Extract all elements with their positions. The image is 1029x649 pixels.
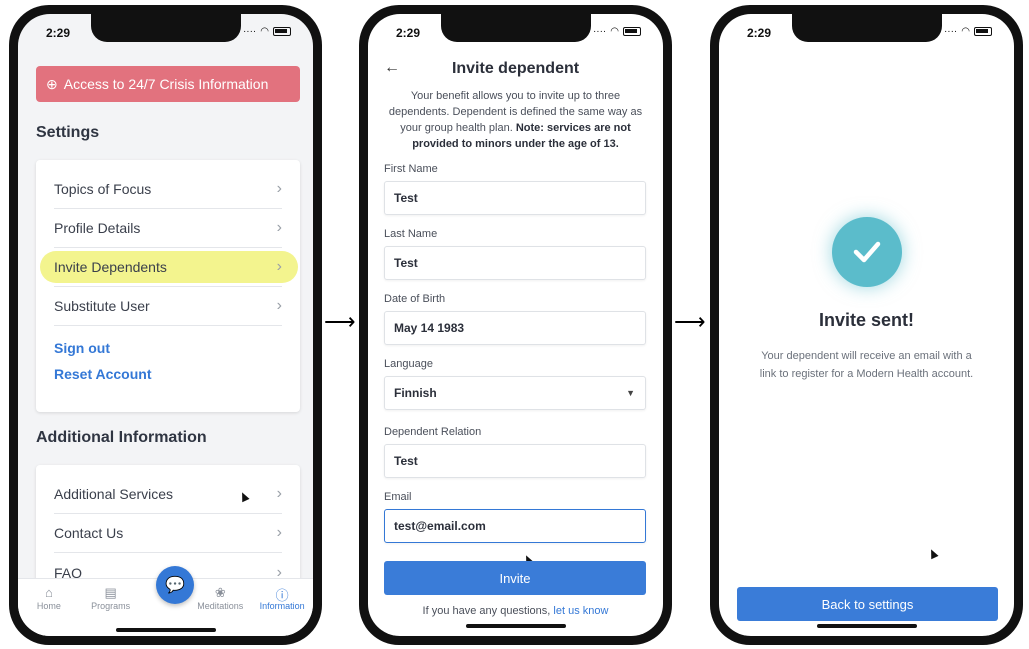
chevron-right-icon: › (276, 297, 282, 314)
battery-icon (974, 27, 992, 36)
email-field[interactable]: test@email.com (384, 509, 646, 543)
success-check-icon (831, 217, 902, 287)
tab-information[interactable]: ⓘ Information (255, 585, 309, 636)
success-message: Your dependent will receive an email wit… (759, 350, 974, 380)
home-icon: ⌂ (44, 585, 53, 600)
home-indicator (465, 624, 566, 628)
help-text: If you have any questions, let us know (368, 605, 663, 617)
settings-card: Topics of Focus › Profile Details › Invi… (36, 160, 300, 412)
tab-home[interactable]: ⌂ Home (22, 585, 76, 636)
invite-screen: 2:29 ···· ◠ ← Invite dependent Your bene… (368, 14, 663, 636)
settings-phone: 2:29 ···· ◠ ⊕ Access to 24/7 Crisis Info… (9, 5, 322, 645)
contact-link[interactable]: let us know (553, 605, 608, 617)
additional-item-label: Contact Us (54, 525, 124, 541)
settings-item-label: Substitute User (54, 298, 150, 314)
home-indicator (816, 624, 917, 628)
language-select[interactable]: Finnish ▼ (384, 376, 646, 410)
flow-arrow-icon: ⟶ (324, 309, 356, 334)
caret-down-icon: ▼ (626, 388, 635, 398)
status-time: 2:29 (396, 26, 421, 40)
chevron-right-icon: › (276, 524, 282, 541)
book-icon: ▤ (104, 585, 117, 600)
dob-label: Date of Birth (384, 293, 446, 305)
lotus-icon: ❀ (214, 585, 226, 600)
status-icons: ···· ◠ (593, 26, 641, 37)
email-value: test@email.com (394, 519, 486, 533)
globe-icon: ⊕ (46, 75, 58, 92)
battery-icon (273, 27, 291, 36)
language-value: Finnish (394, 386, 437, 400)
settings-item-invite-dependents[interactable]: Invite Dependents › (54, 248, 282, 287)
chevron-right-icon: › (276, 219, 282, 236)
crisis-banner-label: Access to 24/7 Crisis Information (63, 76, 269, 92)
dob-value: May 14 1983 (394, 321, 465, 335)
status-time: 2:29 (747, 26, 772, 40)
page-title: Invite dependent (451, 60, 580, 77)
tab-label: Information (259, 601, 305, 611)
wifi-icon: ◠ (260, 26, 269, 37)
chat-button[interactable]: 💬 (156, 566, 194, 604)
crisis-banner-button[interactable]: ⊕ Access to 24/7 Crisis Information (36, 66, 300, 102)
first-name-label: First Name (384, 163, 438, 175)
invite-button[interactable]: Invite (384, 561, 646, 595)
notch (90, 14, 241, 42)
back-to-settings-button[interactable]: Back to settings (737, 587, 998, 621)
help-label: If you have any questions, (422, 605, 551, 617)
settings-item-label: Invite Dependents (54, 259, 167, 275)
first-name-value: Test (394, 191, 418, 205)
settings-screen: 2:29 ···· ◠ ⊕ Access to 24/7 Crisis Info… (18, 14, 313, 636)
language-label: Language (384, 358, 433, 370)
settings-item-substitute[interactable]: Substitute User › (54, 287, 282, 326)
first-name-field[interactable]: Test (384, 181, 646, 215)
mouse-cursor (927, 547, 939, 560)
tab-label: Programs (91, 601, 131, 611)
confirmation-phone: 2:29 ···· ◠ Invite sent! Your dependent … (710, 5, 1023, 645)
relation-value: Test (394, 454, 418, 468)
confirmation-screen: 2:29 ···· ◠ Invite sent! Your dependent … (719, 14, 1014, 636)
settings-item-label: Profile Details (54, 220, 141, 236)
chevron-right-icon: › (276, 180, 282, 197)
dob-field[interactable]: May 14 1983 (384, 311, 646, 345)
last-name-value: Test (394, 256, 418, 270)
settings-item-profile[interactable]: Profile Details › (54, 209, 282, 248)
status-icons: ···· ◠ (944, 26, 992, 37)
tab-label: Home (36, 601, 61, 611)
relation-label: Dependent Relation (384, 426, 482, 438)
chevron-right-icon: › (276, 485, 282, 502)
wifi-icon: ◠ (610, 26, 619, 37)
signal-icon: ···· (242, 26, 257, 37)
additional-info-title: Additional Information (36, 429, 207, 446)
last-name-label: Last Name (384, 228, 438, 240)
invite-phone: 2:29 ···· ◠ ← Invite dependent Your bene… (359, 5, 672, 645)
wifi-icon: ◠ (961, 26, 970, 37)
home-indicator (115, 628, 216, 632)
battery-icon (623, 27, 641, 36)
notch (440, 14, 591, 42)
email-label: Email (384, 491, 412, 503)
notch (791, 14, 942, 42)
success-title: Invite sent! (818, 310, 915, 330)
reset-account-link[interactable]: Reset Account (54, 366, 300, 382)
chat-icon: 💬 (165, 577, 185, 594)
settings-item-label: Topics of Focus (54, 181, 152, 197)
status-time: 2:29 (46, 26, 71, 40)
signal-icon: ···· (943, 26, 958, 37)
signal-icon: ···· (592, 26, 607, 37)
chevron-right-icon: › (276, 258, 282, 275)
status-icons: ···· ◠ (243, 26, 291, 37)
info-icon: ⓘ (275, 588, 289, 603)
checkmark-icon (853, 241, 880, 263)
settings-item-topics[interactable]: Topics of Focus › (54, 170, 282, 209)
flow-arrow-icon: ⟶ (674, 309, 706, 334)
additional-item-contact[interactable]: Contact Us › (54, 514, 282, 553)
additional-item-label: Additional Services (54, 486, 174, 502)
sign-out-link[interactable]: Sign out (54, 340, 300, 356)
intro-text: Your benefit allows you to invite up to … (382, 88, 649, 152)
tab-label: Meditations (197, 601, 244, 611)
relation-field[interactable]: Test (384, 444, 646, 478)
settings-title: Settings (36, 124, 100, 141)
last-name-field[interactable]: Test (384, 246, 646, 280)
